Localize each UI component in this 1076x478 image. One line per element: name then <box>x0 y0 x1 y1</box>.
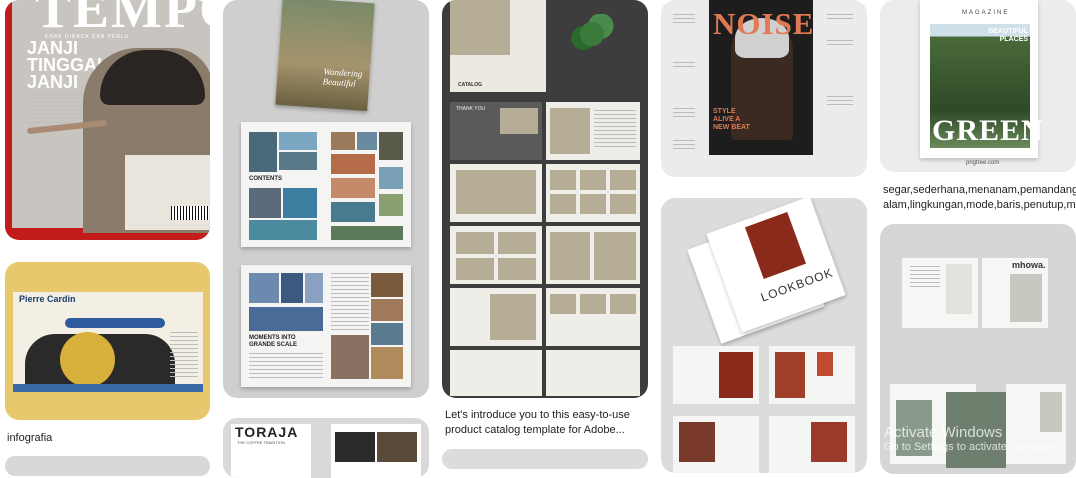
tempo-barcode <box>171 206 209 220</box>
pin-infografia[interactable]: Pierre Cardin <box>5 262 210 420</box>
pin-tempo-cover[interactable]: TEMPO ENAK DIBACA DAN PERLU JANJI TINGGA… <box>5 0 210 240</box>
pin-partial-col1[interactable] <box>5 456 210 476</box>
green-source: pngtree.com <box>966 160 1000 166</box>
caption-infografia[interactable]: infografia <box>7 431 52 446</box>
catalog-page-grid: THANK YOU <box>450 102 640 398</box>
cover-red-border <box>5 0 12 240</box>
caption-catalog[interactable]: Let's introduce you to this easy-to-use … <box>445 408 645 438</box>
green-coverline: BEAUTIFUL PLACES <box>988 28 1028 43</box>
windows-activation-watermark: Activate Windows Go to Settings to activ… <box>884 424 1058 453</box>
infografia-timeline <box>65 318 165 328</box>
travel-spread-feature: MOMENTS INTO GRANDE SCALE <box>241 265 411 387</box>
travel-cover <box>275 0 375 112</box>
pin-lookbook[interactable]: LOOKBOOK <box>661 198 867 473</box>
pin-green-magazine[interactable]: MAGAZINE BEAUTIFUL PLACES GREEN pngtree.… <box>880 0 1076 172</box>
noise-coverline: STYLE ALIVE A NEW BEAT <box>713 108 750 131</box>
pin-catalog[interactable]: CATALOG THANK YOU <box>442 0 648 398</box>
travel-cover-script: Wandering Beautiful <box>322 66 363 89</box>
mhowa-title: mhowa. <box>1012 260 1046 270</box>
catalog-thankyou: THANK YOU <box>456 106 486 112</box>
catalog-label: CATALOG <box>458 82 482 88</box>
toraja-title: TORAJA <box>235 424 299 440</box>
toraja-subtitle: THE COFFEE TRADITION <box>237 440 285 445</box>
plant-icon <box>570 14 614 54</box>
travel-contents-label: CONTENTS <box>249 176 282 182</box>
travel-feature-title: MOMENTS INTO GRANDE SCALE <box>249 335 298 348</box>
infografia-heading: Pierre Cardin <box>19 294 76 304</box>
pin-noise[interactable]: NOISE STYLE ALIVE A NEW BEAT <box>661 0 867 177</box>
pin-travel-magazine[interactable]: Wandering Beautiful CONTENTS MOMENTS INT… <box>223 0 429 398</box>
pin-partial-col3[interactable] <box>442 449 648 469</box>
green-title: GREEN <box>932 114 1044 147</box>
travel-spread-contents: CONTENTS <box>241 122 411 247</box>
caption-green[interactable]: segar,sederhana,menanam,pemandangan alam… <box>883 183 1076 213</box>
pin-toraja[interactable]: TORAJA THE COFFEE TRADITION <box>223 418 429 478</box>
green-masthead: MAGAZINE <box>962 10 1010 16</box>
noise-masthead: NOISE <box>713 6 815 41</box>
